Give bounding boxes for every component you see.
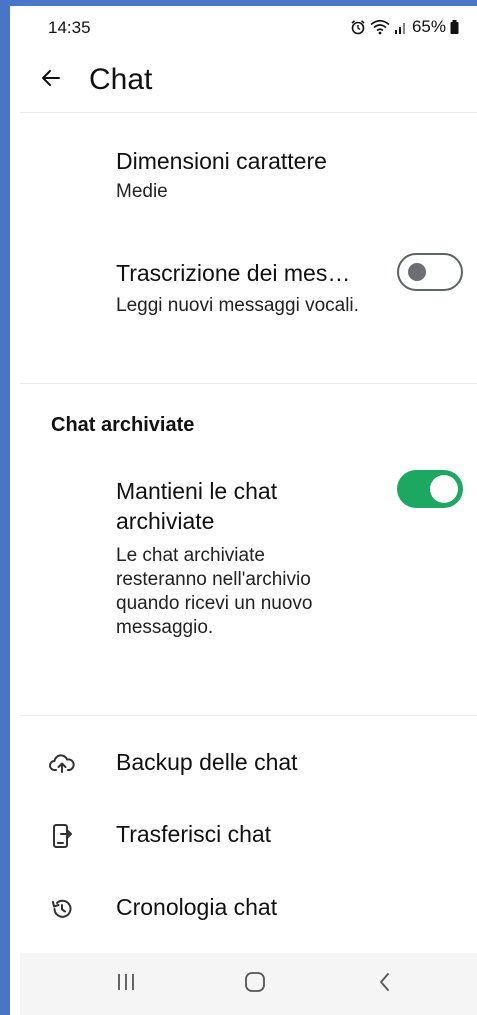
- menu-item-backup[interactable]: Backup delle chat: [20, 736, 477, 792]
- status-time: 14:35: [48, 18, 91, 37]
- setting-keep-archived-subtitle: Le chat archiviate resteranno nell'archi…: [116, 545, 313, 638]
- divider: [20, 383, 477, 384]
- menu-item-history[interactable]: Cronologia chat: [20, 881, 477, 937]
- back-icon: [375, 971, 395, 998]
- screen: 14:35 65% Chat Dimensioni carattere Medi…: [20, 6, 477, 1015]
- menu-item-label: Backup delle chat: [116, 749, 298, 775]
- battery-percent: 65%: [411, 17, 446, 36]
- app-bar: Chat: [20, 51, 477, 111]
- system-nav-bar: [20, 953, 477, 1015]
- menu-item-label: Trasferisci chat: [116, 821, 272, 847]
- home-icon: [244, 971, 266, 998]
- setting-font-size-title: Dimensioni carattere: [116, 148, 327, 174]
- divider: [20, 715, 477, 716]
- signal-icon: [394, 20, 408, 34]
- toggle-knob: [430, 475, 458, 503]
- wifi-icon: [370, 19, 390, 35]
- device-frame: 14:35 65% Chat Dimensioni carattere Medi…: [0, 0, 477, 1015]
- page-title: Chat: [89, 63, 153, 96]
- toggle-knob: [408, 263, 426, 281]
- status-bar: 14:35 65%: [20, 6, 477, 46]
- setting-transcription-title: Trascrizione dei mes…: [116, 260, 351, 286]
- setting-font-size-value: Medie: [116, 181, 168, 202]
- home-button[interactable]: [235, 967, 275, 1001]
- phone-transfer-icon: [48, 822, 76, 850]
- cloud-upload-icon: [48, 750, 76, 778]
- menu-item-label: Cronologia chat: [116, 894, 278, 920]
- back-button[interactable]: [34, 63, 68, 97]
- battery-icon: [450, 20, 459, 34]
- setting-transcription-subtitle: Leggi nuovi messaggi vocali.: [116, 295, 359, 316]
- section-header-archived: Chat archiviate: [51, 414, 195, 436]
- history-icon: [48, 895, 76, 923]
- setting-transcription[interactable]: Trascrizione dei mes… Leggi nuovi messag…: [116, 258, 385, 318]
- alarm-icon: [350, 19, 366, 35]
- arrow-back-icon: [39, 66, 63, 95]
- setting-font-size[interactable]: Dimensioni carattere Medie: [116, 146, 377, 204]
- recents-icon: [115, 972, 137, 997]
- setting-keep-archived[interactable]: Mantieni le chat archiviate Le chat arch…: [116, 476, 357, 640]
- transcription-toggle[interactable]: [397, 253, 463, 291]
- nav-back-button[interactable]: [365, 967, 405, 1001]
- status-icons: 65%: [350, 17, 459, 37]
- keep-archived-toggle[interactable]: [397, 470, 463, 508]
- recents-button[interactable]: [106, 967, 146, 1001]
- divider: [20, 112, 477, 113]
- menu-item-transfer[interactable]: Trasferisci chat: [20, 808, 477, 864]
- setting-keep-archived-title: Mantieni le chat archiviate: [116, 478, 278, 534]
